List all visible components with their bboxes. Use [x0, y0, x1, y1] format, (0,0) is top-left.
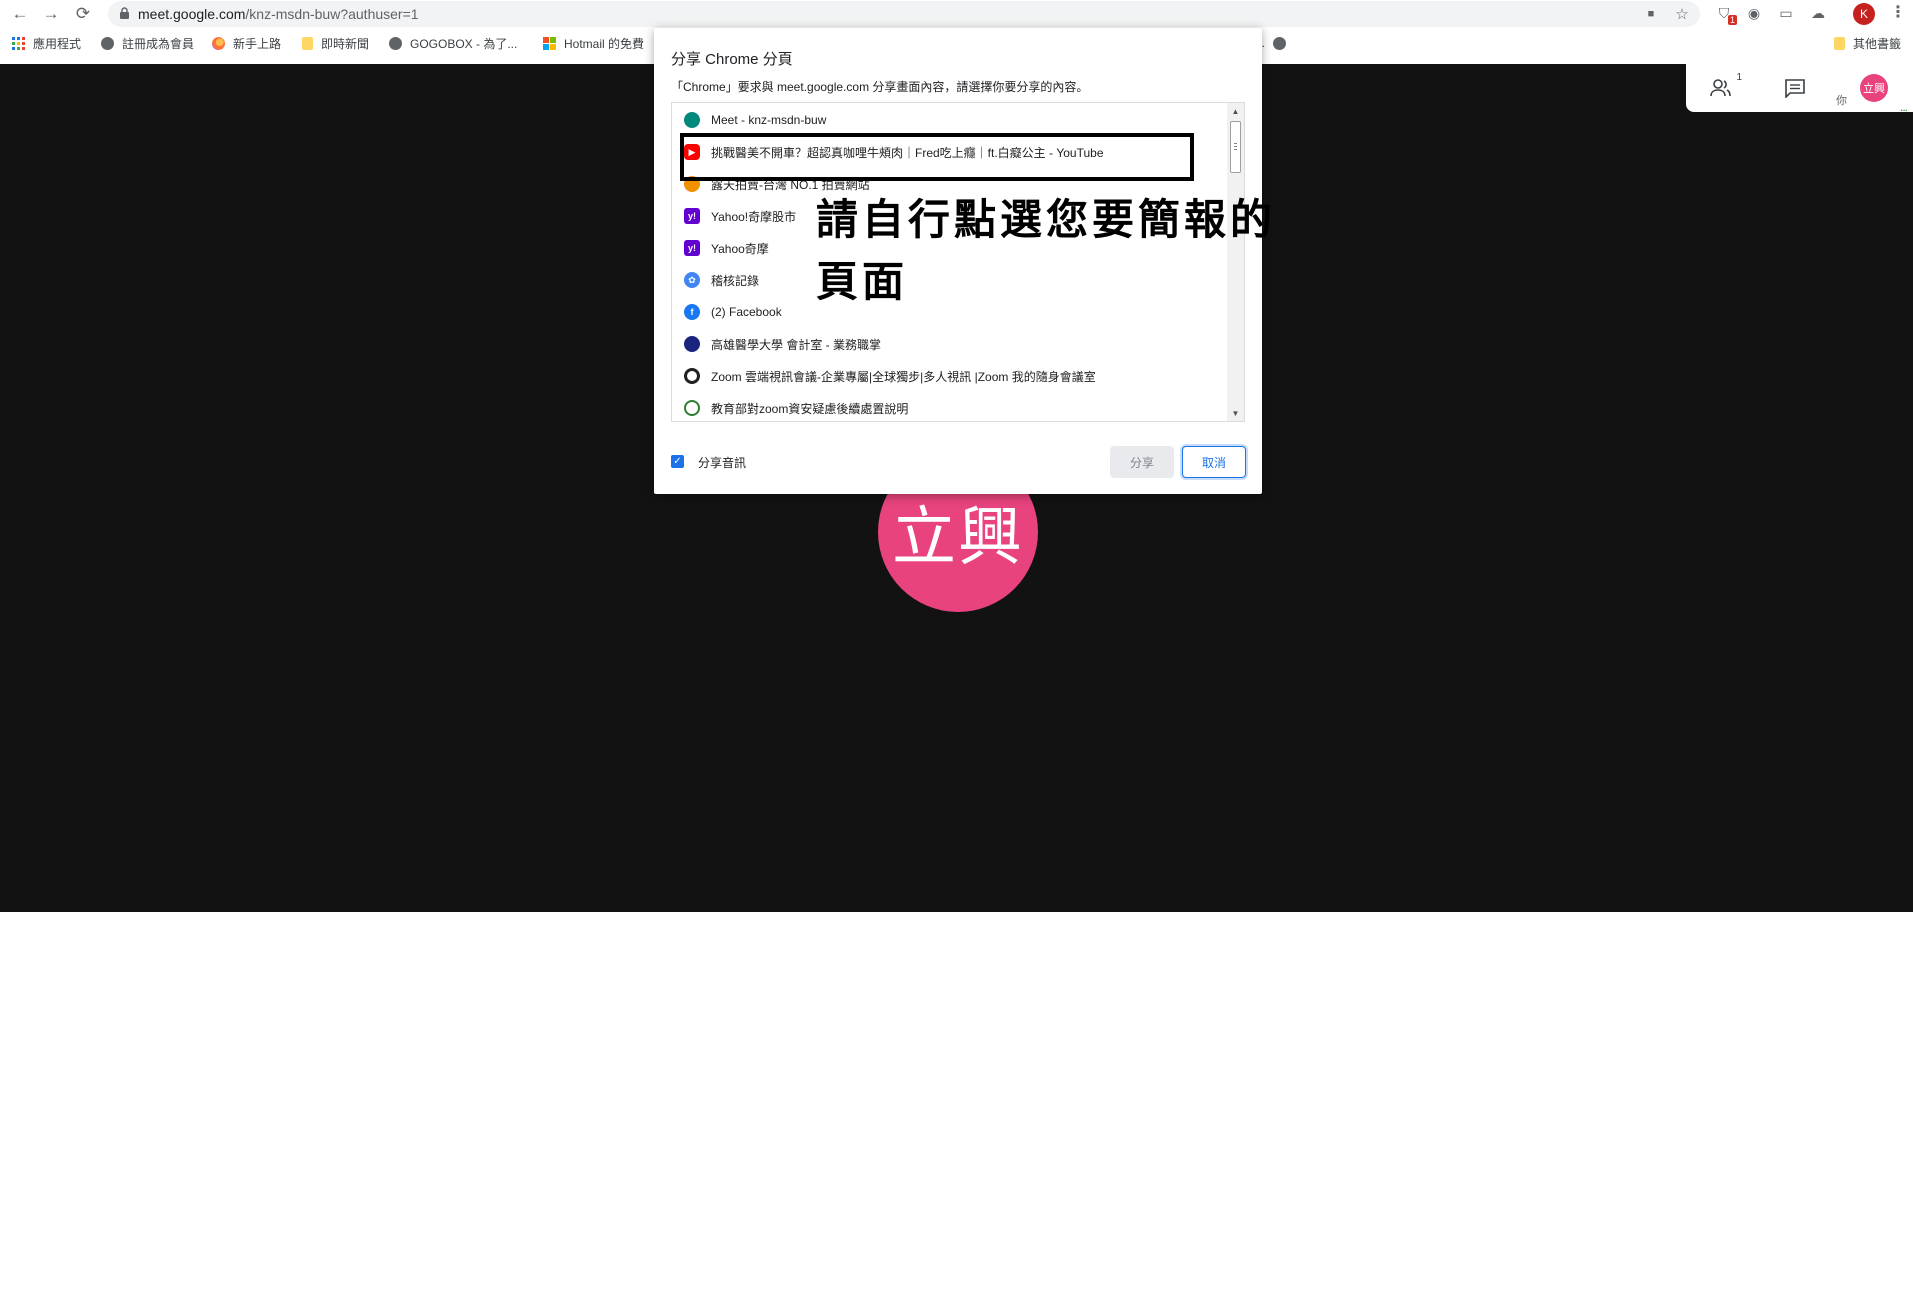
tab-title: 稽核記錄: [711, 273, 760, 288]
browser-toolbar: ← → ⟳ meet.google.com/knz-msdn-buw?authu…: [0, 0, 1913, 28]
shield-extension-icon[interactable]: ⛉ 1: [1714, 3, 1737, 25]
bookmark-label: Hotmail 的免費: [564, 36, 645, 51]
share-audio-label[interactable]: 分享音訊: [698, 454, 746, 471]
lock-icon: [120, 7, 129, 19]
kmu-icon: [684, 336, 700, 352]
firefox-icon: [212, 36, 225, 50]
instruction-annotation: 請自行點選您要簡報的頁面: [816, 195, 1277, 306]
cast-extension-icon[interactable]: ▭: [1776, 3, 1796, 23]
chat-glyph: [1785, 79, 1805, 98]
highlight-rectangle: [680, 133, 1194, 181]
you-label: 你: [1836, 95, 1847, 107]
bookmark-news[interactable]: 即時新聞: [302, 34, 369, 52]
tab-list-item[interactable]: 高雄醫學大學 會計室 - 業務職掌: [672, 328, 1227, 360]
bookmark-getting-started[interactable]: 新手上路: [212, 34, 281, 52]
scroll-thumb[interactable]: [1230, 121, 1241, 173]
moe-icon: [684, 400, 700, 416]
url-path: /knz-msdn-buw?authuser=1: [245, 6, 419, 22]
tab-list-item[interactable]: Meet - knz-msdn-buw: [672, 104, 1227, 136]
address-bar[interactable]: meet.google.com/knz-msdn-buw?authuser=1 …: [108, 1, 1700, 27]
folder-icon: [302, 36, 313, 50]
bookmark-label: 其他書籤: [1853, 36, 1902, 51]
bookmark-other[interactable]: 其他書籤: [1834, 34, 1901, 52]
reload-icon[interactable]: ⟳: [71, 2, 95, 26]
share-audio-checkbox[interactable]: ✓: [671, 455, 684, 468]
grip-line: [1234, 143, 1237, 144]
tab-title: 高雄醫學大學 會計室 - 業務職掌: [711, 337, 881, 352]
tab-title: Yahoo奇摩: [711, 241, 769, 256]
extension-badge: 1: [1727, 15, 1737, 25]
location-extension-icon[interactable]: ◉: [1744, 3, 1764, 23]
bookmark-label: 應用程式: [33, 36, 82, 51]
cloud-extension-icon[interactable]: ☁: [1808, 3, 1828, 23]
chrome-menu-icon[interactable]: ⋮: [1890, 3, 1906, 23]
bookmark-label: 即時新聞: [321, 36, 370, 51]
forward-arrow-icon[interactable]: →: [39, 2, 63, 26]
tab-title: Meet - knz-msdn-buw: [711, 113, 827, 127]
tab-title: (2) Facebook: [711, 305, 782, 319]
participant-count: 1: [1736, 72, 1742, 83]
back-arrow-icon[interactable]: ←: [8, 2, 32, 26]
scroll-up-icon[interactable]: ▲: [1227, 104, 1244, 118]
bookmark-apps[interactable]: 應用程式: [12, 34, 81, 52]
self-avatar[interactable]: 立興: [1860, 74, 1888, 102]
grip-line: [1234, 146, 1237, 147]
people-glyph: [1710, 79, 1731, 97]
tab-list-item[interactable]: 教育部對zoom資安疑慮後續處置說明: [672, 392, 1227, 421]
bookmark-label: GOGOBOX - 為了...: [410, 36, 518, 51]
people-icon[interactable]: 1: [1710, 72, 1742, 100]
url-text[interactable]: meet.google.com/knz-msdn-buw?authuser=1: [138, 6, 419, 22]
apps-grid-icon: [12, 36, 25, 50]
tab-title: 教育部對zoom資安疑慮後續處置說明: [711, 401, 909, 416]
facebook-icon: f: [684, 304, 700, 320]
folder-icon: [1834, 36, 1845, 50]
meet-top-panel: 1 你 立興 ...: [1686, 64, 1913, 114]
speaking-indicator: ...: [1900, 100, 1908, 114]
share-button[interactable]: 分享: [1110, 446, 1174, 478]
audit-icon: ✿: [684, 272, 700, 288]
dialog-subtitle: 「Chrome」要求與 meet.google.com 分享畫面內容，請選擇你要…: [671, 80, 1089, 94]
chat-icon[interactable]: [1782, 76, 1808, 100]
globe-icon: [389, 36, 402, 50]
globe-icon: [1273, 36, 1287, 50]
yahoo-icon: y!: [684, 240, 700, 256]
globe-icon: [101, 36, 114, 50]
tab-title: Zoom 雲端視訊會議-企業專屬|全球獨步|多人視訊 |Zoom 我的隨身會議室: [711, 369, 1096, 384]
camera-icon[interactable]: ■: [1642, 5, 1660, 23]
scroll-down-icon[interactable]: ▼: [1227, 406, 1244, 420]
tab-list-item[interactable]: Zoom 雲端視訊會議-企業專屬|全球獨步|多人視訊 |Zoom 我的隨身會議室: [672, 360, 1227, 392]
zoom-icon: [684, 368, 700, 384]
microsoft-icon: [543, 36, 556, 50]
url-host: meet.google.com: [138, 6, 246, 22]
grip-line: [1234, 149, 1237, 150]
bookmark-gogobox[interactable]: GOGOBOX - 為了...: [389, 34, 517, 52]
bookmark-label: 註冊成為會員: [122, 36, 195, 51]
bookmark-hotmail[interactable]: Hotmail 的免費: [543, 34, 644, 52]
tab-title: Yahoo!奇摩股市: [711, 209, 797, 224]
profile-avatar[interactable]: K: [1853, 3, 1875, 25]
bookmark-register[interactable]: 註冊成為會員: [101, 34, 194, 52]
yahoo-icon: y!: [684, 208, 700, 224]
bookmark-star-icon[interactable]: ☆: [1673, 5, 1691, 23]
meet-icon: [684, 112, 700, 128]
cancel-button[interactable]: 取消: [1182, 446, 1246, 478]
bookmark-label: 新手上路: [233, 36, 282, 51]
dialog-title: 分享 Chrome 分頁: [671, 51, 793, 68]
